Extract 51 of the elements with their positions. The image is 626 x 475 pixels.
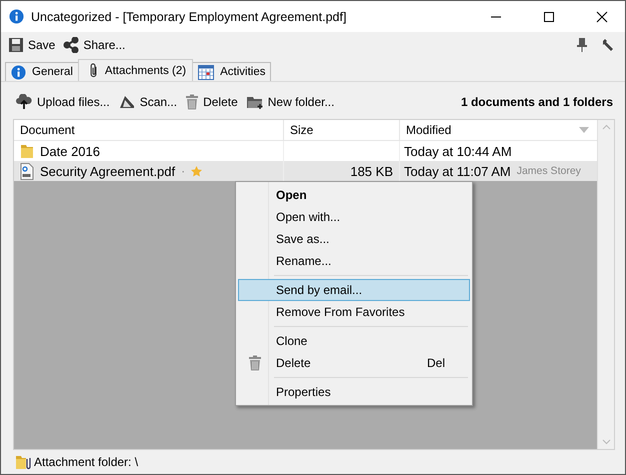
- trash-icon: [185, 94, 200, 110]
- upload-button[interactable]: Upload files...: [15, 92, 110, 112]
- column-header[interactable]: Size: [284, 120, 400, 140]
- share-button[interactable]: Share...: [62, 35, 126, 55]
- tab[interactable]: Activities: [192, 62, 272, 81]
- tab[interactable]: Attachments (2): [78, 59, 194, 81]
- cloud-upload-icon: [15, 94, 33, 110]
- file-name: Date 2016: [40, 144, 100, 158]
- menu-item[interactable]: Remove From Favorites: [238, 301, 470, 323]
- menu-item[interactable]: Open with...: [238, 206, 470, 228]
- info-icon: [11, 64, 26, 80]
- file-size: 185 KB: [350, 164, 393, 178]
- file-row[interactable]: Security Agreement.pdf · 185 KB Today at 11:07 AM James Storey: [14, 161, 597, 181]
- window-title: Uncategorized - [Temporary Employment Agreement.pdf]: [31, 10, 348, 24]
- item-count: 1 documents and 1 folders: [460, 95, 613, 109]
- file-row[interactable]: Date 2016 Today at 10:44 AM: [14, 141, 597, 161]
- shortcut-label: Del: [426, 356, 445, 370]
- new-folder-icon: [246, 94, 264, 110]
- column-header[interactable]: Document: [14, 120, 284, 140]
- tab[interactable]: General: [5, 62, 79, 81]
- menu-item[interactable]: Rename...: [238, 250, 470, 272]
- status-text: Attachment folder: \: [34, 455, 138, 469]
- save-icon: [8, 37, 24, 53]
- column-header[interactable]: Modified: [400, 120, 597, 140]
- scan-button[interactable]: Scan...: [118, 92, 178, 112]
- file-name: Security Agreement.pdf: [40, 164, 176, 178]
- star-icon[interactable]: [191, 166, 202, 176]
- pdf-file-icon: [20, 162, 34, 180]
- paperclip-icon: [88, 63, 99, 78]
- author-name: James Storey: [516, 165, 581, 177]
- separator-dot: ·: [181, 164, 186, 178]
- menu-item[interactable]: Save as...: [238, 228, 470, 250]
- info-icon: [9, 9, 24, 24]
- folder-icon: [20, 143, 34, 159]
- menu-item[interactable]: Clone: [238, 330, 470, 352]
- scanner-icon: [118, 94, 136, 110]
- calendar-icon: [198, 64, 214, 80]
- pin-icon[interactable]: [577, 38, 587, 52]
- close-icon[interactable]: [596, 10, 608, 22]
- maximize-icon[interactable]: [543, 10, 555, 22]
- menu-item[interactable]: Properties: [238, 381, 470, 403]
- attachment-folder-icon: [15, 454, 31, 470]
- save-button[interactable]: Save: [7, 35, 56, 55]
- delete-button[interactable]: Delete: [185, 92, 238, 112]
- modified-date: Today at 11:07 AM: [404, 164, 511, 178]
- menu-item[interactable]: Delete Del: [238, 352, 470, 374]
- new-folder-button[interactable]: New folder...: [246, 92, 334, 112]
- menu-item[interactable]: Send by email...: [238, 279, 470, 301]
- modified-date: Today at 10:44 AM: [404, 144, 512, 158]
- share-icon: [63, 37, 80, 53]
- menu-item[interactable]: Open: [238, 184, 470, 206]
